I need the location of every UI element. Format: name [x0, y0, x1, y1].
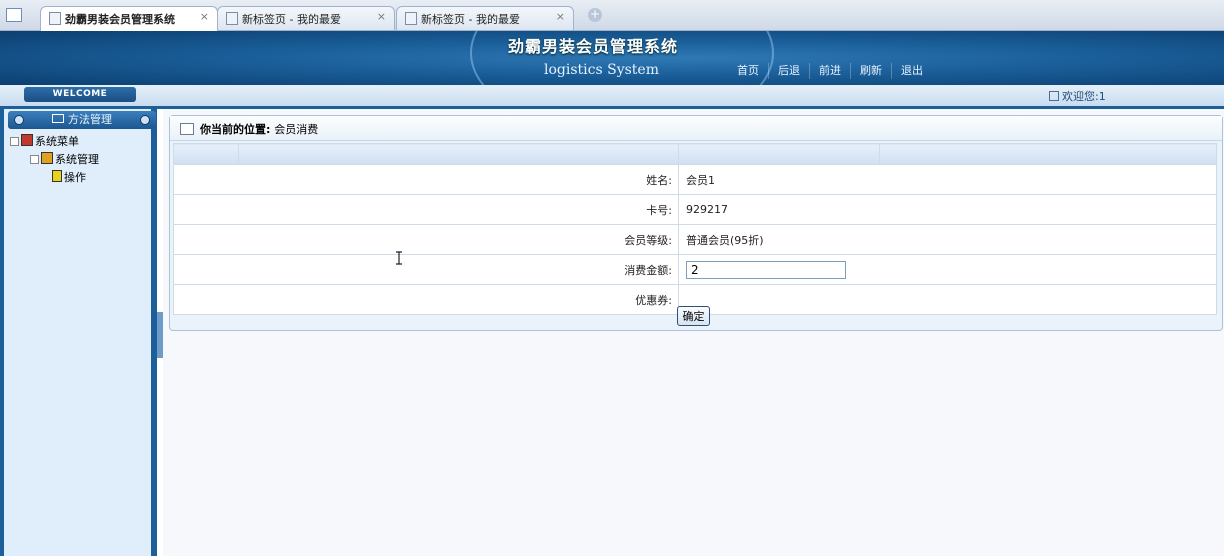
page-icon — [226, 12, 238, 25]
sidebar: 方法管理 系统菜单 系统管理 操作 — [0, 109, 157, 556]
tree-system-management[interactable]: 系统管理 — [10, 151, 99, 169]
name-value: 会员1 — [678, 164, 1217, 195]
browser-menu-icon[interactable] — [6, 8, 22, 22]
text-cursor-icon — [396, 251, 402, 265]
tree-leaf-label: 操作 — [64, 171, 86, 184]
header-banner: 劲霸男装会员管理系统 logistics System 首页 后退 前进 刷新 … — [0, 31, 1224, 85]
table-header-row — [173, 143, 1217, 165]
breadcrumb-label: 你当前的位置: — [200, 123, 271, 136]
tree-child-label: 系统管理 — [55, 153, 99, 166]
sidebar-title: 方法管理 — [68, 113, 112, 126]
name-label: 姓名: — [173, 164, 679, 195]
amount-input[interactable] — [686, 260, 846, 279]
nav-home[interactable]: 首页 — [728, 63, 768, 79]
tab-label: 新标签页 - 我的最爱 — [421, 13, 520, 26]
level-value: 普通会员(95折) — [678, 224, 1217, 255]
nav-forward[interactable]: 前进 — [809, 63, 850, 79]
breadcrumb-text: 你当前的位置: 会员消费 — [200, 121, 318, 137]
close-icon[interactable]: × — [200, 10, 209, 23]
menu-tree: 系统菜单 系统管理 操作 — [10, 133, 99, 187]
confirm-button[interactable]: 确定 — [677, 306, 710, 326]
mail-icon — [52, 114, 64, 123]
welcome-badge: WELCOME — [24, 87, 136, 102]
tab-new-1[interactable]: 新标签页 - 我的最爱 × — [217, 6, 395, 30]
breadcrumb-value: 会员消费 — [274, 123, 319, 136]
new-tab-icon[interactable]: + — [588, 8, 602, 22]
form-panel: 你当前的位置: 会员消费 姓名: 会员1 卡号: 929217 会员等级: 普通… — [169, 115, 1223, 331]
amount-label: 消费金额: — [173, 254, 679, 285]
table-row: 卡号: 929217 — [173, 194, 1217, 225]
coupon-value[interactable] — [678, 284, 1217, 315]
book-icon — [41, 152, 53, 164]
table-row: 会员等级: 普通会员(95折) — [173, 224, 1217, 255]
folder-icon — [21, 134, 33, 146]
app-title: 劲霸男装会员管理系统 — [508, 37, 679, 56]
close-icon[interactable]: × — [556, 10, 565, 23]
table-icon — [180, 123, 194, 135]
consumption-form: 姓名: 会员1 卡号: 929217 会员等级: 普通会员(95折) 消费金额:… — [173, 143, 1217, 315]
browser-tab-bar: 劲霸男装会员管理系统 × 新标签页 - 我的最爱 × 新标签页 - 我的最爱 ×… — [0, 0, 1224, 31]
top-nav: 首页 后退 前进 刷新 退出 — [728, 63, 932, 79]
table-row: 姓名: 会员1 — [173, 164, 1217, 195]
nav-logout[interactable]: 退出 — [891, 63, 932, 79]
close-icon[interactable]: × — [377, 10, 386, 23]
collapse-left-icon[interactable] — [14, 115, 24, 125]
welcome-strip: WELCOME 欢迎您:1 — [0, 85, 1224, 109]
tree-operation[interactable]: 操作 — [10, 169, 99, 187]
nav-back[interactable]: 后退 — [768, 63, 809, 79]
user-greeting: 欢迎您:1 — [1049, 88, 1106, 104]
tab-label: 新标签页 - 我的最爱 — [242, 13, 341, 26]
level-label: 会员等级: — [173, 224, 679, 255]
breadcrumb: 你当前的位置: 会员消费 — [170, 116, 1222, 141]
sidebar-header: 方法管理 — [8, 111, 156, 129]
collapse-minus-icon[interactable] — [10, 137, 19, 146]
tab-new-2[interactable]: 新标签页 - 我的最爱 × — [396, 6, 574, 30]
page-icon — [49, 12, 61, 25]
card-label: 卡号: — [173, 194, 679, 225]
coupon-label: 优惠券: — [173, 284, 679, 315]
tree-root[interactable]: 系统菜单 — [10, 133, 99, 151]
collapse-right-icon[interactable] — [140, 115, 150, 125]
table-row: 消费金额: — [173, 254, 1217, 285]
speaker-icon — [52, 170, 62, 182]
tree-root-label: 系统菜单 — [35, 135, 79, 148]
main-content: 你当前的位置: 会员消费 姓名: 会员1 卡号: 929217 会员等级: 普通… — [163, 109, 1224, 556]
card-value: 929217 — [678, 194, 1217, 225]
app-subtitle: logistics System — [544, 62, 659, 78]
greeting-text: 欢迎您:1 — [1062, 90, 1106, 103]
tab-label: 劲霸男装会员管理系统 — [65, 13, 175, 26]
collapse-minus-icon[interactable] — [30, 155, 39, 164]
page-icon — [405, 12, 417, 25]
nav-refresh[interactable]: 刷新 — [850, 63, 891, 79]
user-icon — [1049, 91, 1059, 101]
tab-member-system[interactable]: 劲霸男装会员管理系统 × — [40, 6, 218, 31]
